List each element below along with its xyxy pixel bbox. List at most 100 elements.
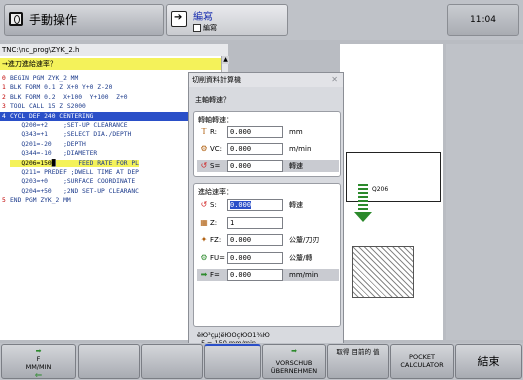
value-field[interactable]: 0.000 <box>227 143 283 155</box>
spindle-speed-group: 轉軸轉速： 𝕋 R: 0.000 mm ⚙ VC: 0.000 m/min ↺ S= 0.000 轉速 <box>193 111 341 177</box>
line-number: 0 <box>2 75 6 82</box>
teeth-icon: ▦ <box>200 217 208 227</box>
softkey-pocket-calculator[interactable]: POCKET CALCULATOR <box>390 344 454 379</box>
line-number: 1 <box>2 84 6 92</box>
line-number: 2 <box>2 93 6 101</box>
line-text: BLK FORM 0.2 X+100 Y+100 Z+0 <box>10 93 128 101</box>
line-text: Q204=+50 ;2ND SET-UP CLEARANC <box>10 187 139 195</box>
softkey-get-value-label: 取得 目前的 值 <box>336 348 380 356</box>
softkey-f-label: F <box>36 355 41 363</box>
line-text: Q344=-10 ;DIAMETER <box>10 150 98 158</box>
line-text: END PGM ZYK_2 MM <box>10 197 71 205</box>
value-field[interactable]: 0.000 <box>227 234 283 246</box>
unit-label: 轉速 <box>289 201 303 209</box>
value-field[interactable]: 1 <box>227 216 283 229</box>
manual-operation-mode[interactable]: 手動操作 <box>4 4 164 36</box>
line-text: Q201=-20 ;DEPTH <box>10 140 86 148</box>
unit-label: 轉速 <box>289 162 303 170</box>
line-text: Q203=+0 ;SURFACE COORDINATE <box>10 178 136 186</box>
graphic-label: Q206 <box>372 186 389 193</box>
manual-mode-icon <box>9 12 23 26</box>
field-label: VC: <box>210 145 223 153</box>
line-number <box>0 130 10 139</box>
line-text: CYCL DEF 240 CENTERING <box>10 112 94 120</box>
scroll-up-icon[interactable]: ▲ <box>222 56 229 64</box>
line-text: BEGIN PGM ZYK_2 MM <box>10 75 79 82</box>
input-row-f: ➡ F= 0.000 mm/min <box>197 269 339 281</box>
softkey-get-current-value[interactable]: 取得 目前的 值 <box>327 344 389 379</box>
programming-mode-sub: 編寫 <box>203 24 217 32</box>
softkey-calculator-label: POCKET CALCULATOR <box>400 353 444 369</box>
line-text: BLK FORM 0.1 Z X+0 Y+0 Z-20 <box>10 84 113 92</box>
feed-arrow-icon: ➡ <box>291 347 297 355</box>
line-number: 3 <box>2 103 6 111</box>
line-text: Q206=150█ FEED RATE FOR PL <box>10 159 139 168</box>
program-path: TNC:\nc_prog\ZYK_2.h <box>0 44 228 56</box>
feed-per-tooth-icon: ✦ <box>200 235 208 244</box>
value-field[interactable]: 0.000 <box>227 160 283 172</box>
feed-icon: ➡ <box>200 270 208 279</box>
feed-rate-heading: 進給速率： <box>198 188 233 196</box>
line-number <box>0 177 10 186</box>
unit-label: 公釐/刀刃 <box>289 236 320 244</box>
document-icon <box>193 24 201 32</box>
feed-arrow-head <box>354 212 372 222</box>
material-hatch <box>352 246 414 298</box>
dialog-title-bar: 切削資料計算機 ✕ <box>189 73 343 87</box>
dialog-question: 主軸轉速？ <box>195 96 230 104</box>
input-row-z: ▦ Z: 1 <box>197 216 339 229</box>
softkey-mm-min-label: MM/MIN <box>25 363 52 371</box>
line-number <box>0 168 10 177</box>
line-text: Q343=+1 ;SELECT DIA./DEPTH <box>10 131 132 139</box>
line-text: TOOL CALL 15 Z S2000 <box>10 103 86 111</box>
clock-display: 11:04 <box>447 4 519 36</box>
softkey-empty-1[interactable] <box>78 344 140 379</box>
result-line-1: ёЮ³çµ¦ёЮОçЮО1¾Ю <box>197 331 270 339</box>
softkey-empty-2[interactable] <box>141 344 203 379</box>
unit-label: mm/min <box>289 271 319 279</box>
dialog-prompt: →進刀進給速率？ <box>0 58 228 70</box>
close-icon[interactable]: ✕ <box>331 73 338 87</box>
line-number <box>0 121 10 130</box>
dialog-title: 切削資料計算機 <box>192 76 241 84</box>
input-row-s: ↺ S: 0.000 轉速 <box>197 199 339 211</box>
field-label: FZ: <box>210 236 222 244</box>
right-softkey-column <box>446 44 523 340</box>
softkey-f-mm-min[interactable]: ➡ F MM/MIN ⇐ <box>1 344 76 380</box>
unit-label: m/min <box>289 145 312 153</box>
field-label: S: <box>210 201 217 209</box>
line-number <box>0 159 10 168</box>
value-field[interactable]: 0.000 <box>227 199 283 211</box>
value-field[interactable]: 0.000 <box>227 269 283 281</box>
line-text: Q211= PREDEF ;DWELL TIME AT DEP <box>10 168 139 176</box>
softkey-empty-3[interactable] <box>204 344 261 379</box>
line-number <box>0 149 10 158</box>
spindle-icon: ↺ <box>200 200 208 209</box>
programming-mode-icon <box>171 11 187 27</box>
input-row-fu: ⚙ FU= 0.000 公釐/轉 <box>197 251 339 264</box>
unit-label: mm <box>289 128 303 136</box>
cutting-speed-icon: ⚙ <box>200 144 208 153</box>
line-text: Q200=+2 ;SET-UP CLEARANCE <box>10 121 128 129</box>
field-label: S= <box>210 162 221 170</box>
input-row-r: 𝕋 R: 0.000 mm <box>197 126 339 138</box>
line-number: 4 <box>2 112 6 120</box>
active-parameter: Q206=150 <box>10 159 52 167</box>
line-number <box>0 140 10 149</box>
help-graphic: Q206 <box>340 44 443 340</box>
softkey-end[interactable]: 結束 <box>455 344 522 379</box>
input-row-vc: ⚙ VC: 0.000 m/min <box>197 143 339 155</box>
softkey-bar: ➡ F MM/MIN ⇐ ➡ VORSCHUB ÜBERNEHMEN 取得 目前… <box>0 343 523 380</box>
feed-rate-group: 進給速率： ↺ S: 0.000 轉速 ▦ Z: 1 ✦ FZ: 0.000 公釐/刀刃 ⚙ FU= 0.… <box>193 183 341 327</box>
cutting-data-calculator-dialog: 切削資料計算機 ✕ 主軸轉速？ 轉軸轉速： 𝕋 R: 0.000 mm ⚙ VC: 0.00… <box>188 72 344 355</box>
feed-per-rev-icon: ⚙ <box>200 252 208 262</box>
programming-mode[interactable]: 編寫 編寫 <box>166 4 288 36</box>
unit-label: 公釐/轉 <box>289 253 313 262</box>
spindle-icon: ↺ <box>200 161 208 170</box>
value-field[interactable]: 0.000 <box>227 126 283 138</box>
value-field[interactable]: 0.000 <box>227 251 283 264</box>
feed-direction-icon: ⇐ <box>34 371 43 380</box>
header-bar: 手動操作 編寫 編寫 11:04 <box>0 0 523 40</box>
line-number <box>0 187 10 196</box>
softkey-take-over-feed[interactable]: ➡ VORSCHUB ÜBERNEHMEN <box>262 344 326 379</box>
